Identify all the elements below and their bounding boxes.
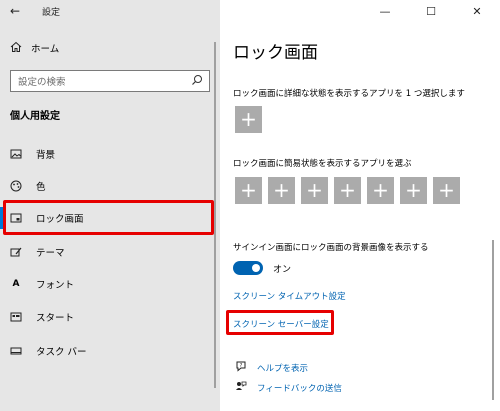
taskbar-icon — [10, 345, 22, 357]
sidebar-item-label: 背景 — [36, 150, 56, 161]
screen-timeout-link[interactable]: スクリーン タイムアウト設定 — [233, 290, 346, 302]
main-scrollbar[interactable] — [492, 240, 494, 400]
section-title: 個人用設定 — [10, 111, 60, 122]
start-icon — [10, 311, 22, 323]
svg-text:?: ? — [240, 363, 243, 369]
help-icon: ? — [235, 360, 247, 375]
toggle-state-label: オン — [273, 265, 292, 275]
detail-status-label: ロック画面に詳細な状態を表示するアプリを 1 つ選択します — [233, 89, 465, 99]
search-input[interactable]: 設定の検索 — [10, 70, 210, 92]
window-controls: — ☐ ✕ — [362, 0, 500, 22]
add-quick-app-button[interactable]: + — [367, 177, 394, 204]
sidebar-item-color[interactable]: 色 — [10, 175, 210, 197]
add-quick-app-button[interactable]: + — [334, 177, 361, 204]
feedback-link[interactable]: フィードバックの送信 — [235, 380, 342, 395]
help-label: ヘルプを表示 — [257, 363, 309, 374]
maximize-icon[interactable]: ☐ — [408, 0, 454, 22]
sidebar-item-font[interactable]: A フォント — [10, 273, 210, 295]
sidebar-item-label: タスク バー — [36, 347, 87, 358]
sidebar-item-label: スタート — [36, 313, 75, 324]
font-icon: A — [12, 279, 20, 289]
annotation-highlight-lock-screen — [3, 200, 214, 235]
close-icon[interactable]: ✕ — [454, 0, 500, 22]
signin-background-toggle[interactable] — [233, 261, 263, 275]
sidebar-item-label: フォント — [36, 280, 75, 291]
sidebar-item-label: テーマ — [36, 248, 65, 259]
home-label: ホーム — [31, 44, 60, 55]
add-quick-app-button[interactable]: + — [301, 177, 328, 204]
annotation-highlight-screensaver — [226, 310, 334, 335]
sidebar-item-start[interactable]: スタート — [10, 306, 210, 328]
feedback-icon — [235, 380, 247, 395]
signin-background-label: サインイン画面にロック画面の背景画像を表示する — [233, 243, 429, 253]
sidebar: ← 設定 ホーム 設定の検索 個人用設定 背景 色 ロック画面 テーマ A フォ… — [0, 0, 220, 411]
minimize-icon[interactable]: — — [362, 0, 408, 22]
sidebar-item-taskbar[interactable]: タスク バー — [10, 340, 210, 362]
sidebar-item-theme[interactable]: テーマ — [10, 241, 210, 263]
window-title: 設定 — [42, 8, 61, 18]
add-quick-app-button[interactable]: + — [268, 177, 295, 204]
add-quick-app-button[interactable]: + — [433, 177, 460, 204]
search-icon[interactable] — [191, 74, 203, 89]
sidebar-item-background[interactable]: 背景 — [10, 143, 210, 165]
quick-status-label: ロック画面に簡易状態を表示するアプリを選ぶ — [233, 159, 412, 169]
home-icon — [10, 41, 22, 56]
theme-icon — [10, 246, 22, 258]
page-title: ロック画面 — [233, 43, 318, 63]
add-quick-app-button[interactable]: + — [235, 177, 262, 204]
help-link[interactable]: ? ヘルプを表示 — [235, 360, 308, 375]
palette-icon — [10, 180, 22, 192]
add-detail-app-button[interactable]: + — [235, 106, 262, 133]
add-quick-app-button[interactable]: + — [400, 177, 427, 204]
sidebar-scrollbar[interactable] — [214, 42, 216, 388]
search-placeholder: 設定の検索 — [18, 77, 66, 88]
sidebar-item-label: 色 — [36, 182, 46, 193]
back-arrow-icon[interactable]: ← — [10, 4, 24, 18]
image-icon — [10, 148, 22, 160]
feedback-label: フィードバックの送信 — [257, 383, 342, 394]
sidebar-item-home[interactable]: ホーム — [10, 40, 59, 56]
